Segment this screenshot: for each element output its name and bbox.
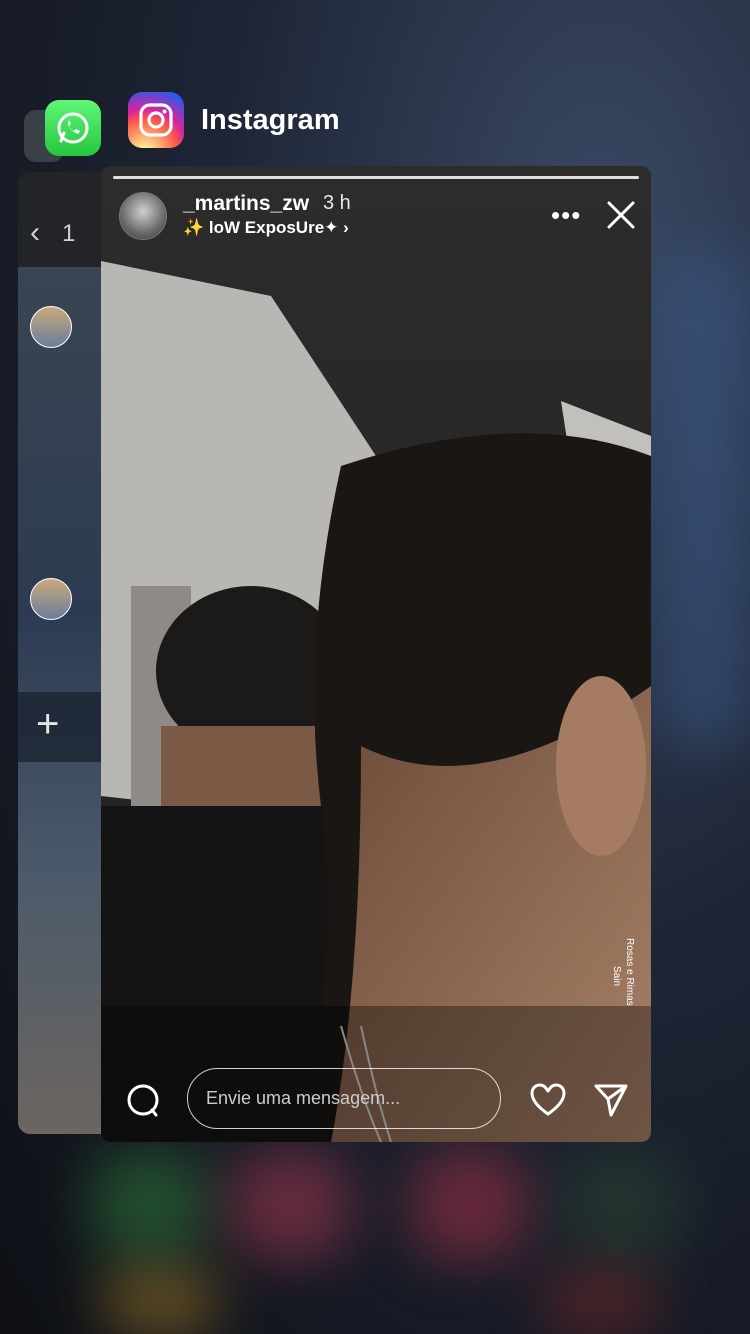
app-switcher-header: Instagram: [128, 92, 340, 148]
chevron-right-icon: ›: [343, 218, 349, 237]
music-sticker-title: Rosas e Rimas: [624, 938, 635, 1006]
story-progress-bar: [113, 176, 639, 179]
camera-icon[interactable]: [125, 1082, 161, 1118]
story-timestamp: 3 h: [323, 192, 351, 214]
music-sticker-artist: Sain: [611, 966, 622, 987]
send-icon[interactable]: [593, 1082, 629, 1118]
instagram-icon[interactable]: [128, 92, 184, 148]
more-icon[interactable]: •••: [551, 200, 581, 231]
sparkle-icon: ✨: [183, 218, 205, 237]
app-title: Instagram: [201, 103, 340, 136]
story-photo: [101, 166, 651, 1142]
heart-icon[interactable]: [529, 1082, 567, 1118]
close-icon[interactable]: [605, 199, 637, 231]
audio-label-text: loW ExposUre✦: [208, 218, 339, 237]
story-audio-label[interactable]: ✨ loW ExposUre✦ ›: [183, 218, 349, 238]
avatar[interactable]: [119, 192, 167, 240]
reply-message-input[interactable]: Envie uma mensagem...: [187, 1068, 501, 1129]
story-username[interactable]: _martins_zw: [183, 192, 309, 216]
avatar: [30, 578, 72, 620]
instagram-story-card[interactable]: _martins_zw 3 h ✨ loW ExposUre✦ › ••• Ro…: [101, 166, 651, 1142]
whatsapp-icon[interactable]: [45, 100, 101, 156]
plus-icon[interactable]: +: [36, 702, 59, 747]
back-count: 1: [62, 220, 76, 247]
avatar: [30, 306, 72, 348]
back-icon[interactable]: ‹: [30, 216, 40, 250]
